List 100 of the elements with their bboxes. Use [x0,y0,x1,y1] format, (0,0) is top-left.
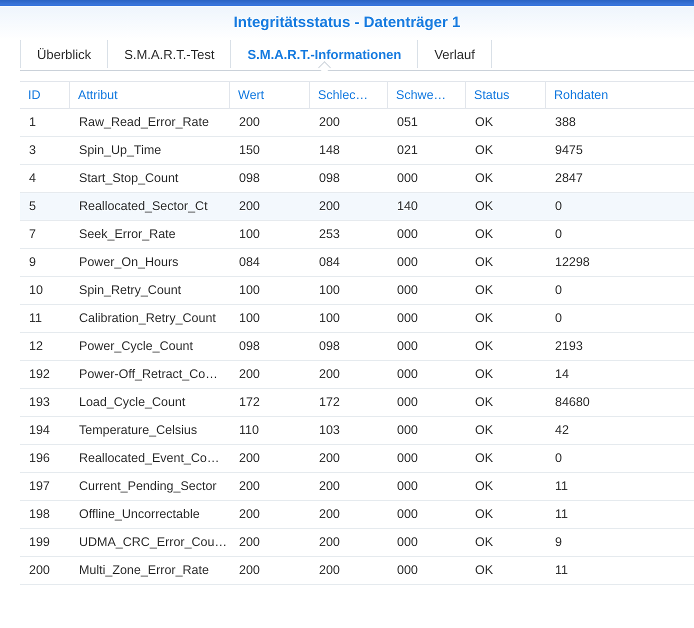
table-row[interactable]: 196 Reallocated_Event_Co… 200 200 000 OK 0 [20,445,694,473]
table-cell-text: 148 [318,142,341,159]
table-cell-text: 000 [396,170,419,187]
table-row[interactable]: 3 Spin_Up_Time 150 148 021 OK 9475 [20,137,694,165]
table-cell-text: 098 [238,338,261,355]
table-cell-text: 1 [28,114,37,131]
table-cell-text: OK [474,450,494,467]
table-cell-text: Current_Pending_Sector [78,478,218,495]
table-cell-text: 200 [318,450,341,467]
table-cell-text: 42 [554,422,570,439]
table-row[interactable]: 200 Multi_Zone_Error_Rate 200 200 000 OK 11 [20,557,694,585]
table-cell-text: Offline_Uncorrectable [78,506,201,523]
table-row[interactable]: 199 UDMA_CRC_Error_Cou… 200 200 000 OK 9 [20,529,694,557]
table-cell-text: 100 [318,310,341,327]
table-cell-text: 200 [318,534,341,551]
table-cell-text: 12 [28,338,44,355]
table-cell-text: 84680 [554,394,591,411]
table-cell-text: 194 [28,422,51,439]
table-cell-text: 192 [28,366,51,383]
table-cell-text: 2193 [554,338,584,355]
column-header[interactable]: Schwe… [388,82,466,108]
table-row[interactable]: 192 Power-Off_Retract_Co… 200 200 000 OK 14 [20,361,694,389]
table-cell-text: OK [474,562,494,579]
table-cell-text: 100 [238,310,261,327]
table-cell-text: 098 [318,170,341,187]
table-cell-text: 200 [318,198,341,215]
table-cell-text: 110 [238,422,260,439]
table-cell-text: 200 [28,562,51,579]
table-cell-text: 200 [238,534,261,551]
table-cell-text: Seek_Error_Rate [78,226,177,243]
column-header[interactable]: Attribut [70,82,230,108]
table-cell-text: 193 [28,394,51,411]
table-cell-text: Power-Off_Retract_Co… [78,366,219,383]
table-cell-text: 150 [238,142,261,159]
column-header[interactable]: Schlec… [310,82,388,108]
table-cell-text: 0 [554,198,563,215]
table-cell-text: OK [474,478,494,495]
table-cell-text: 11 [554,562,569,579]
table-cell-text: 196 [28,450,51,467]
table-cell-text: 100 [238,282,261,299]
table-cell-text: 084 [318,254,341,271]
table-row[interactable]: 9 Power_On_Hours 084 084 000 OK 12298 [20,249,694,277]
table-cell-text: 051 [396,114,419,131]
table-cell-text: OK [474,534,494,551]
table-cell-text: 000 [396,450,419,467]
table-row[interactable]: 1 Raw_Read_Error_Rate 200 200 051 OK 388 [20,109,694,137]
tab[interactable]: Verlauf [417,40,492,68]
table-cell-text: 10 [28,282,44,299]
table-row[interactable]: 198 Offline_Uncorrectable 200 200 000 OK 11 [20,501,694,529]
table-cell-text: 200 [318,478,341,495]
table-cell-text: 253 [318,226,341,243]
table-cell-text: 200 [238,478,261,495]
table-cell-text: 000 [396,478,419,495]
table-row[interactable]: 193 Load_Cycle_Count 172 172 000 OK 84680 [20,389,694,417]
table-cell-text: 098 [318,338,341,355]
table-row[interactable]: 11 Calibration_Retry_Count 100 100 000 OK 0 [20,305,694,333]
table-cell-text: OK [474,506,494,523]
table-cell-text: Calibration_Retry_Count [78,310,217,327]
table-cell-text: 000 [396,338,419,355]
table-cell-text: OK [474,170,494,187]
column-header[interactable]: Rohdaten [546,82,694,108]
column-header[interactable]: ID [20,82,70,108]
table-cell-text: 100 [238,226,261,243]
table-row[interactable]: 194 Temperature_Celsius 110 103 000 OK 42 [20,417,694,445]
table-cell-text: 7 [28,226,37,243]
table-cell-text: 9 [28,254,37,271]
table-cell-text: 0 [554,450,563,467]
table-cell-text: UDMA_CRC_Error_Cou… [78,534,228,551]
table-cell-text: 000 [396,366,419,383]
table-cell-text: OK [474,254,494,271]
column-header[interactable]: Status [466,82,546,108]
table-cell-text: 3 [28,142,37,159]
table-row[interactable]: 7 Seek_Error_Rate 100 253 000 OK 0 [20,221,694,249]
table-row[interactable]: 197 Current_Pending_Sector 200 200 000 OK 11 [20,473,694,501]
table-cell-text: Spin_Retry_Count [78,282,182,299]
table-cell-text: OK [474,394,494,411]
table-row[interactable]: 12 Power_Cycle_Count 098 098 000 OK 2193 [20,333,694,361]
table-row[interactable]: 10 Spin_Retry_Count 100 100 000 OK 0 [20,277,694,305]
table-cell-text: OK [474,422,494,439]
table-cell-text: Raw_Read_Error_Rate [78,114,210,131]
table-cell-text: OK [474,226,494,243]
table-cell-text: OK [474,310,494,327]
table-cell-text: 0 [554,282,563,299]
column-header[interactable]: Wert [230,82,310,108]
table-cell-text: 000 [396,506,419,523]
table-cell-text: 198 [28,506,51,523]
tab[interactable]: S.M.A.R.T.-Test [107,40,230,68]
table-cell-text: OK [474,282,494,299]
tab[interactable]: Überblick [20,40,108,68]
table-cell-text: 12298 [554,254,591,271]
table-cell-text: 000 [396,394,419,411]
table-row[interactable]: 5 Reallocated_Sector_Ct 200 200 140 OK 0 [20,193,694,221]
tab[interactable]: S.M.A.R.T.-Informationen [230,40,418,68]
table-cell-text: OK [474,338,494,355]
table-cell-text: OK [474,366,494,383]
table-cell-text: OK [474,198,494,215]
table-cell-text: Start_Stop_Count [78,170,180,187]
table-cell-text: 200 [318,506,341,523]
table-cell-text: 0 [554,310,563,327]
table-cell-text: Reallocated_Sector_Ct [78,198,209,215]
